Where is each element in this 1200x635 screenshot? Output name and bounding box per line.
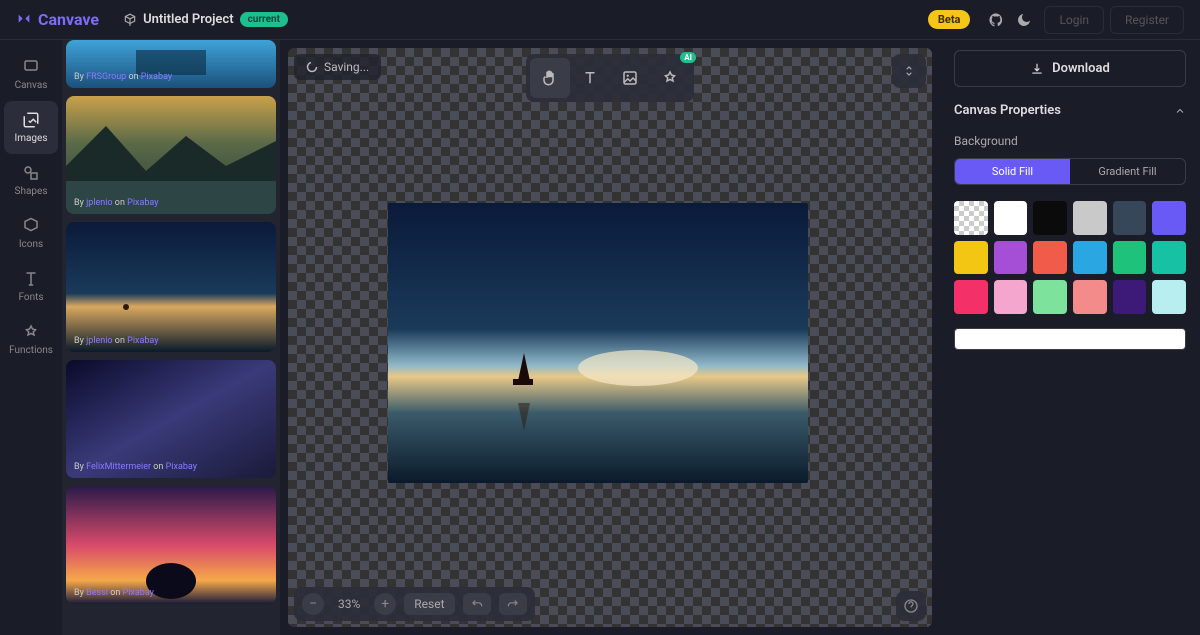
fill-tabs: Solid Fill Gradient Fill [954, 158, 1186, 185]
canvas-toolbar: AI [526, 54, 694, 102]
project-name: Untitled Project [143, 12, 234, 27]
image-thumb[interactable]: By jplenio on Pixabay [66, 96, 276, 214]
ai-badge: AI [680, 52, 696, 63]
canvas-properties-header[interactable]: Canvas Properties [954, 97, 1186, 124]
color-swatch[interactable] [1073, 201, 1107, 235]
brand-logo[interactable]: Canvave [16, 10, 99, 29]
thumb-credit: By Bessi on Pixabay [74, 588, 154, 598]
image-thumb[interactable]: By Bessi on Pixabay [66, 486, 276, 604]
zoom-bar: − 33% + Reset [294, 587, 535, 621]
canvas-viewport[interactable] [288, 48, 932, 627]
left-sidebar: Canvas Images Shapes Icons Fonts Functio… [0, 40, 62, 635]
thumb-credit: By jplenio on Pixabay [74, 198, 159, 208]
ai-tool-button[interactable]: AI [650, 58, 690, 98]
sidebar-item-label: Icons [19, 239, 43, 250]
chevron-up-icon [1174, 105, 1186, 117]
sidebar-item-label: Functions [9, 345, 53, 356]
thumb-credit: By jplenio on Pixabay [74, 336, 159, 346]
zoom-value: 33% [332, 597, 366, 611]
sidebar-item-label: Canvas [15, 80, 48, 91]
text-tool-button[interactable] [570, 58, 610, 98]
color-swatch[interactable] [1113, 201, 1147, 235]
sidebar-item-label: Images [14, 133, 47, 144]
color-swatch[interactable] [994, 201, 1028, 235]
color-value-input[interactable] [954, 328, 1186, 350]
color-swatch[interactable] [1073, 241, 1107, 275]
color-swatch[interactable] [1033, 201, 1067, 235]
sidebar-item-label: Shapes [15, 186, 48, 197]
zoom-out-button[interactable]: − [302, 593, 324, 615]
help-button[interactable] [896, 591, 926, 621]
redo-button[interactable] [499, 593, 527, 615]
functions-icon [22, 323, 40, 341]
thumb-credit: By FRSGroup on Pixabay [74, 72, 172, 82]
spinner-icon [306, 61, 318, 73]
color-swatch[interactable] [1152, 201, 1186, 235]
hand-tool-button[interactable] [530, 58, 570, 98]
sidebar-item-canvas[interactable]: Canvas [0, 48, 62, 101]
tab-gradient-fill[interactable]: Gradient Fill [1070, 159, 1185, 184]
tab-solid-fill[interactable]: Solid Fill [955, 159, 1070, 184]
theme-toggle-icon[interactable] [1016, 12, 1032, 28]
background-label: Background [954, 134, 1186, 148]
color-swatch[interactable] [1152, 241, 1186, 275]
image-thumb[interactable]: By FRSGroup on Pixabay [66, 40, 276, 88]
icons-icon [22, 217, 40, 235]
beta-badge: Beta [928, 10, 971, 29]
download-icon [1030, 62, 1044, 76]
shapes-icon [22, 164, 40, 182]
sidebar-item-fonts[interactable]: Fonts [0, 260, 62, 313]
color-swatch[interactable] [954, 241, 988, 275]
brand-name: Canvave [38, 10, 99, 29]
images-panel: By FRSGroup on Pixabay By jplenio on Pix… [62, 40, 280, 635]
canvas-area: Saving... AI − 33% + Reset [280, 40, 940, 635]
color-swatch[interactable] [954, 201, 988, 235]
register-button[interactable]: Register [1110, 6, 1184, 34]
thumb-credit: By FelixMittermeier on Pixabay [74, 462, 197, 472]
color-swatch[interactable] [1033, 280, 1067, 314]
fonts-icon [22, 270, 40, 288]
login-button[interactable]: Login [1044, 6, 1104, 34]
color-swatch[interactable] [1152, 280, 1186, 314]
project-title-area[interactable]: Untitled Project current [123, 12, 288, 27]
color-swatches [954, 201, 1186, 314]
color-swatch[interactable] [1073, 280, 1107, 314]
color-swatch[interactable] [994, 241, 1028, 275]
current-badge: current [240, 12, 288, 27]
cube-icon [123, 13, 137, 27]
topbar: Canvave Untitled Project current Beta Lo… [0, 0, 1200, 40]
image-thumb[interactable]: By FelixMittermeier on Pixabay [66, 360, 276, 478]
color-swatch[interactable] [1113, 280, 1147, 314]
download-button[interactable]: Download [954, 50, 1186, 87]
reset-zoom-button[interactable]: Reset [404, 593, 454, 615]
color-swatch[interactable] [994, 280, 1028, 314]
images-icon [22, 111, 40, 129]
zoom-in-button[interactable]: + [374, 593, 396, 615]
saving-indicator: Saving... [294, 54, 381, 80]
color-swatch[interactable] [1033, 241, 1067, 275]
color-swatch[interactable] [1113, 241, 1147, 275]
sidebar-item-shapes[interactable]: Shapes [0, 154, 62, 207]
sidebar-item-images[interactable]: Images [4, 101, 58, 154]
color-swatch[interactable] [954, 280, 988, 314]
properties-panel: Download Canvas Properties Background So… [940, 40, 1200, 635]
image-tool-button[interactable] [610, 58, 650, 98]
logo-icon [16, 12, 32, 28]
sidebar-item-icons[interactable]: Icons [0, 207, 62, 260]
image-thumb[interactable]: By jplenio on Pixabay [66, 222, 276, 352]
canvas-icon [22, 58, 40, 76]
scroll-toggle-button[interactable] [892, 54, 926, 88]
sidebar-item-label: Fonts [18, 292, 43, 303]
sidebar-item-functions[interactable]: Functions [0, 313, 62, 366]
canvas-placed-image[interactable] [388, 203, 808, 483]
undo-button[interactable] [463, 593, 491, 615]
github-icon[interactable] [988, 12, 1004, 28]
